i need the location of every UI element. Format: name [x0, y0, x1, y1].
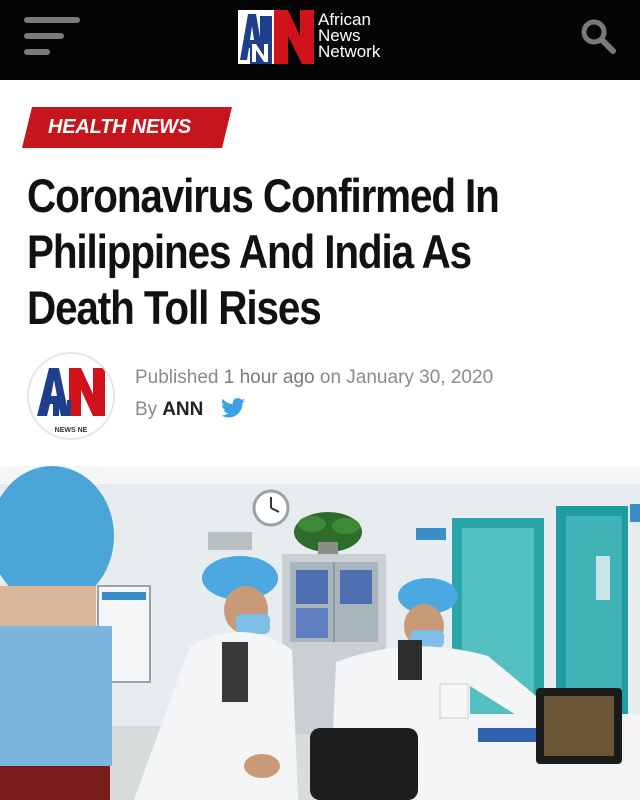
search-icon[interactable] [578, 16, 618, 56]
publish-date: January 30, 2020 [346, 367, 494, 388]
logo-mark [238, 10, 314, 64]
byline: By ANN [135, 398, 245, 421]
category-tag[interactable]: HEALTH NEWS [22, 107, 232, 148]
published-label: Published [135, 367, 219, 388]
category-label: HEALTH NEWS [48, 116, 191, 138]
article-photo[interactable] [0, 466, 640, 800]
relative-time: 1 hour ago [223, 367, 315, 388]
hospital-scene-illustration [0, 466, 640, 800]
by-label: By [135, 399, 158, 420]
publish-meta: Published 1 hour ago on January 30, 2020 [135, 367, 493, 389]
headline-line-1: Coronavirus Confirmed In [27, 169, 500, 222]
top-navigation-bar: African News Network [0, 0, 640, 80]
author-link[interactable]: ANN [162, 399, 203, 420]
headline-line-2: Philippines And India As [27, 225, 472, 278]
hamburger-menu-icon[interactable] [24, 17, 82, 57]
logo-wordmark: African News Network [318, 11, 381, 61]
twitter-icon[interactable] [220, 398, 245, 418]
avatar-logo-mark: NEWS NE [29, 354, 113, 438]
avatar-caption: NEWS NE [55, 427, 88, 434]
on-label: on [319, 367, 342, 388]
article-headline: Coronavirus Confirmed In Philippines And… [27, 168, 534, 336]
author-avatar[interactable]: NEWS NE [27, 352, 115, 440]
headline-line-3: Death Toll Rises [27, 281, 322, 334]
logo-line-3: Network [318, 42, 381, 61]
site-logo[interactable]: African News Network [238, 10, 408, 68]
